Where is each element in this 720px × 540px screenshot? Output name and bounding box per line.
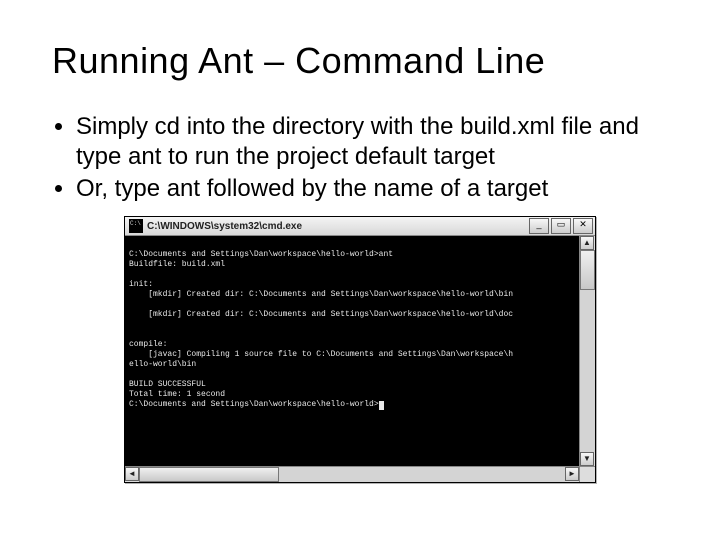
console-line: Buildfile: build.xml [129, 260, 225, 269]
console-line: init: [129, 280, 153, 289]
slide: Running Ant – Command Line Simply cd int… [0, 0, 720, 540]
bullet-list: Simply cd into the directory with the bu… [40, 112, 680, 204]
scroll-corner [579, 467, 595, 482]
scroll-track[interactable] [580, 250, 595, 452]
console-line: [mkdir] Created dir: C:\Documents and Se… [129, 310, 513, 319]
scroll-thumb[interactable] [580, 250, 595, 290]
maximize-button[interactable]: ▭ [551, 218, 571, 234]
window-title: C:\WINDOWS\system32\cmd.exe [147, 221, 528, 232]
scroll-left-icon[interactable]: ◄ [125, 467, 139, 481]
cmd-icon [129, 219, 143, 233]
cursor [379, 401, 384, 410]
scroll-up-icon[interactable]: ▲ [580, 236, 594, 250]
console-line: Total time: 1 second [129, 390, 225, 399]
scroll-down-icon[interactable]: ▼ [580, 452, 594, 466]
bullet-item: Simply cd into the directory with the bu… [76, 112, 680, 172]
console-line: [mkdir] Created dir: C:\Documents and Se… [129, 290, 513, 299]
console-line: compile: [129, 340, 167, 349]
close-button[interactable]: ✕ [573, 218, 593, 234]
vertical-scrollbar[interactable]: ▲ ▼ [579, 236, 595, 466]
scroll-right-icon[interactable]: ► [565, 467, 579, 481]
console-line: BUILD SUCCESSFUL [129, 380, 206, 389]
titlebar: C:\WINDOWS\system32\cmd.exe _ ▭ ✕ [125, 217, 595, 236]
minimize-button[interactable]: _ [529, 218, 549, 234]
scroll-thumb[interactable] [139, 467, 279, 482]
console-line: C:\Documents and Settings\Dan\workspace\… [129, 250, 393, 259]
slide-title: Running Ant – Command Line [52, 40, 680, 82]
console-line: C:\Documents and Settings\Dan\workspace\… [129, 400, 379, 409]
console-line: ello-world\bin [129, 360, 196, 369]
scroll-track[interactable] [139, 467, 565, 482]
horizontal-scrollbar[interactable]: ◄ ► [125, 466, 595, 482]
cmd-window: C:\WINDOWS\system32\cmd.exe _ ▭ ✕ C:\Doc… [124, 216, 596, 483]
console-output[interactable]: C:\Documents and Settings\Dan\workspace\… [125, 236, 579, 466]
bullet-item: Or, type ant followed by the name of a t… [76, 174, 680, 204]
console-area: C:\Documents and Settings\Dan\workspace\… [125, 236, 595, 466]
console-line: [javac] Compiling 1 source file to C:\Do… [129, 350, 513, 359]
